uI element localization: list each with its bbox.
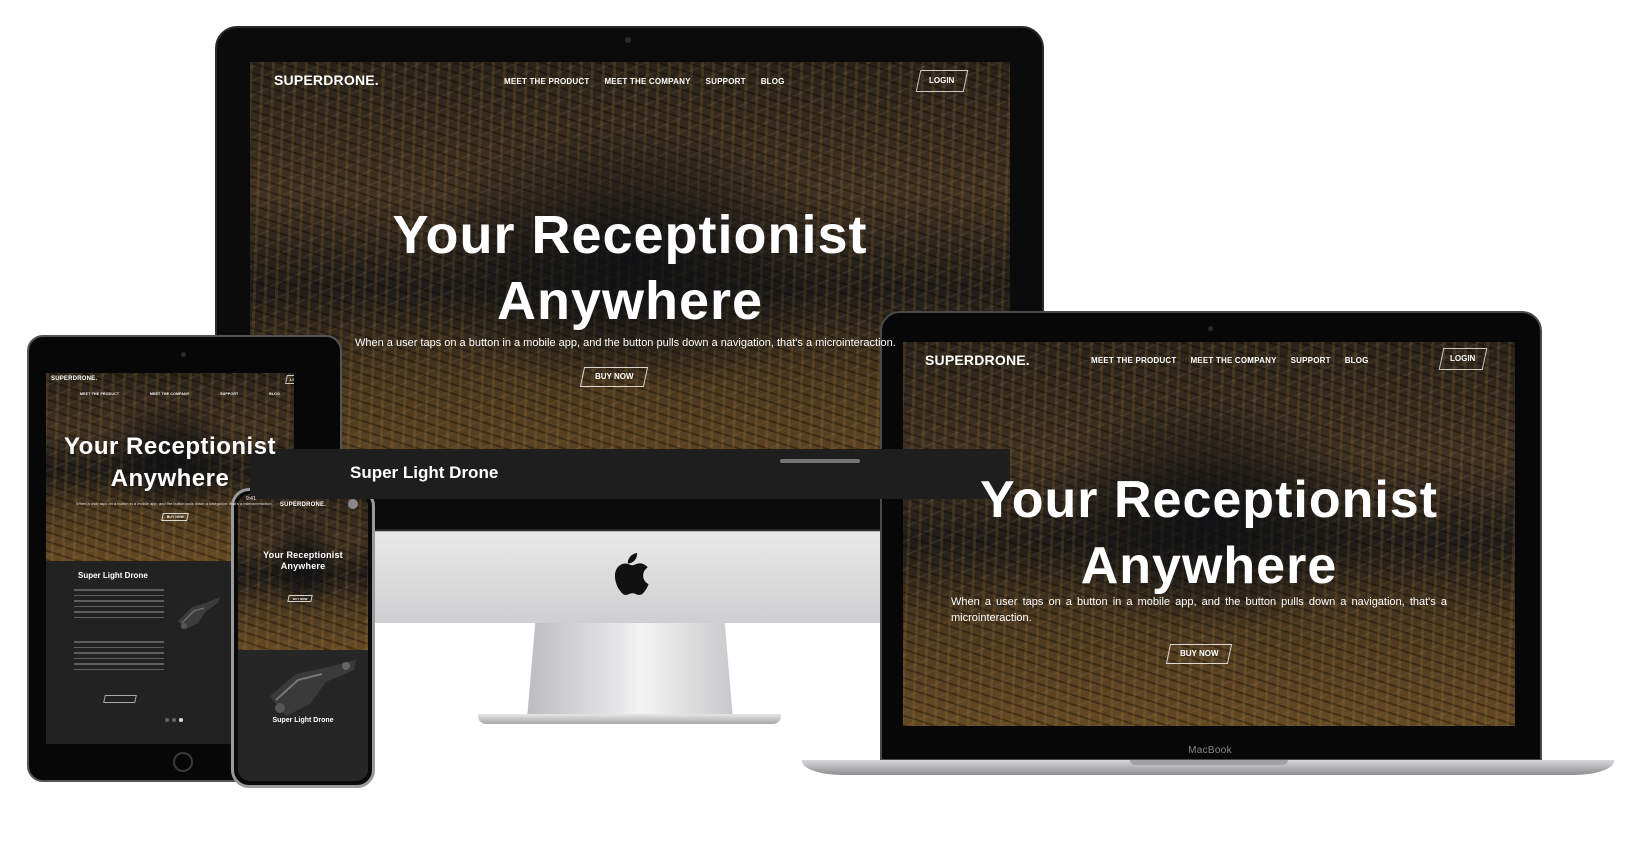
login-button[interactable]: LOGIN: [285, 375, 294, 384]
nav-links: MEET THE PRODUCT MEET THE COMPANY SUPPOR…: [80, 392, 280, 396]
apple-logo-icon: [614, 553, 649, 596]
hero-title: Your Receptionist Anywhere: [63, 433, 277, 492]
imac-navbar: SUPERDRONE. MEET THE PRODUCT MEET THE CO…: [250, 62, 1010, 100]
iphone-hero: 9:41 SUPERDRONE. Your Receptionist Anywh…: [238, 494, 368, 650]
section-title: Super Light Drone: [350, 463, 499, 482]
drone-image: [270, 660, 356, 716]
buy-now-button[interactable]: BUY NOW: [161, 513, 189, 521]
imac-stand: [527, 623, 733, 719]
section-title: Super Light Drone: [272, 717, 334, 724]
hero-subtitle: When a user taps on a button in a mobile…: [355, 337, 896, 349]
nav-links: MEET THE PRODUCT MEET THE COMPANY SUPPOR…: [504, 77, 785, 86]
nav-meet-product[interactable]: MEET THE PRODUCT: [1091, 356, 1176, 365]
nav-blog[interactable]: BLOG: [1345, 356, 1369, 365]
buy-now-button[interactable]: BUY NOW: [579, 367, 649, 387]
nav-meet-company[interactable]: MEET THE COMPANY: [604, 77, 690, 86]
imac-camera: [625, 37, 631, 43]
nav-meet-product[interactable]: MEET THE PRODUCT: [80, 392, 119, 396]
macbook-camera: [1208, 326, 1213, 331]
nav-blog[interactable]: BLOG: [269, 392, 280, 396]
carousel-dot[interactable]: [172, 718, 176, 722]
macbook-screen: SUPERDRONE. MEET THE PRODUCT MEET THE CO…: [903, 342, 1515, 726]
login-button[interactable]: LOGIN: [1438, 348, 1488, 370]
macbook-website: SUPERDRONE. MEET THE PRODUCT MEET THE CO…: [903, 342, 1515, 726]
nav-meet-product[interactable]: MEET THE PRODUCT: [504, 77, 589, 86]
buy-now-button[interactable]: BUY NOW: [1165, 644, 1233, 664]
logo[interactable]: SUPERDRONE.: [274, 72, 379, 88]
drone-image: [178, 597, 220, 629]
carousel-dots: [165, 718, 183, 722]
section-body-text-2: [74, 641, 164, 674]
logo[interactable]: SUPERDRONE.: [51, 376, 97, 382]
ipad-home-button: [173, 752, 193, 772]
menu-icon[interactable]: [348, 499, 358, 509]
ipad-camera: [181, 352, 186, 357]
hero-title: Your Receptionist Anywhere: [979, 471, 1439, 595]
section-body-text: [74, 589, 164, 622]
carousel-dot-active[interactable]: [179, 718, 183, 722]
nav-links: MEET THE PRODUCT MEET THE COMPANY SUPPOR…: [1091, 356, 1369, 365]
learn-more-button[interactable]: [103, 695, 137, 703]
buy-now-button[interactable]: BUY NOW: [287, 595, 313, 602]
product-section: Super Light Drone: [250, 449, 1010, 499]
hero-title: Your Receptionist Anywhere: [392, 205, 868, 331]
device-mockup-stage: SUPERDRONE. MEET THE PRODUCT MEET THE CO…: [0, 0, 1628, 853]
login-button[interactable]: LOGIN: [915, 70, 969, 92]
logo[interactable]: SUPERDRONE.: [925, 342, 1030, 378]
nav-blog[interactable]: BLOG: [761, 77, 785, 86]
macbook-notch: [1130, 760, 1288, 765]
nav-support[interactable]: SUPPORT: [1291, 356, 1331, 365]
product-section: Super Light Drone: [238, 650, 368, 781]
drone-wing-graphic: [780, 459, 860, 463]
nav-meet-company[interactable]: MEET THE COMPANY: [1190, 356, 1276, 365]
hero-title: Your Receptionist Anywhere: [263, 550, 343, 571]
carousel-dot[interactable]: [165, 718, 169, 722]
nav-support[interactable]: SUPPORT: [220, 392, 238, 396]
nav-meet-company[interactable]: MEET THE COMPANY: [150, 392, 190, 396]
imac-stand-foot: [478, 714, 781, 724]
iphone-website: 9:41 SUPERDRONE. Your Receptionist Anywh…: [238, 494, 368, 781]
nav-support[interactable]: SUPPORT: [706, 77, 746, 86]
macbook-navbar: SUPERDRONE. MEET THE PRODUCT MEET THE CO…: [903, 342, 1515, 382]
macbook-label: MacBook: [1188, 745, 1232, 756]
iphone-screen: 9:41 SUPERDRONE. Your Receptionist Anywh…: [238, 494, 368, 781]
section-title: Super Light Drone: [78, 571, 148, 580]
hero-subtitle: When a user taps on a button in a mobile…: [951, 596, 1447, 624]
